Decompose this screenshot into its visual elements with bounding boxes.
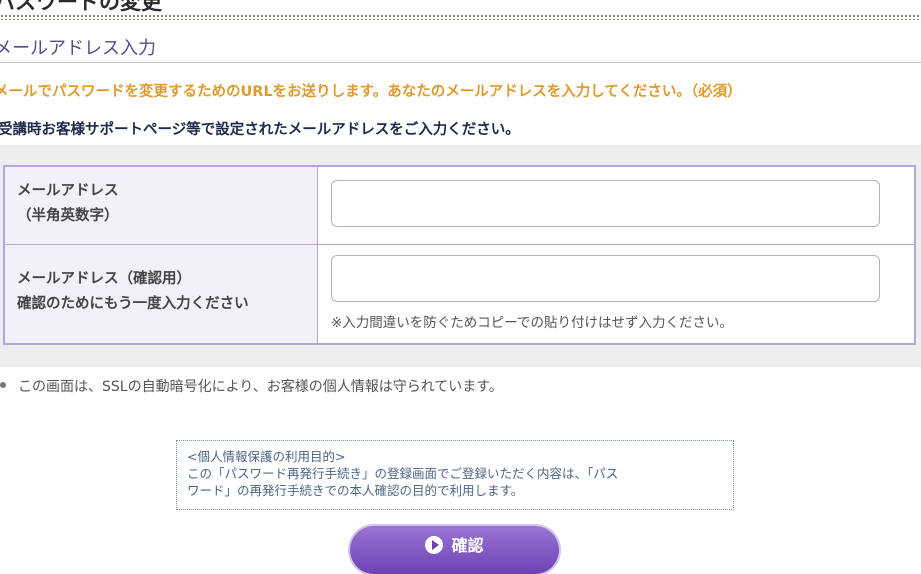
form-panel: メールアドレス （半角英数字） メールアドレス（確認用） 確認のためにもう一度入…	[0, 145, 921, 367]
email-form-table: メールアドレス （半角英数字） メールアドレス（確認用） 確認のためにもう一度入…	[3, 165, 916, 345]
dotted-divider	[0, 14, 921, 20]
email-input-cell	[318, 167, 914, 244]
email-label-hint: （半角英数字）	[17, 208, 119, 224]
bullet-icon	[0, 382, 6, 388]
copy-paste-note: ※入力間違いを防ぐためコピーでの貼り付けはせず入力ください。	[331, 315, 734, 331]
section-divider	[0, 62, 921, 63]
privacy-title: <個人情報保護の利用目的>	[187, 449, 346, 464]
email-confirm-label: メールアドレス（確認用）	[17, 271, 191, 287]
email-field[interactable]	[331, 180, 880, 227]
instruction-support: 受講時お客様サポートページ等で設定されたメールアドレスをご入力ください。	[0, 122, 520, 138]
privacy-line-2: ワード」の再発行手続きでの本人確認の目的で利用します。	[187, 483, 524, 498]
instruction-required: メールでパスワードを変更するためのURLをお送りします。あなたのメールアドレスを…	[0, 84, 742, 100]
privacy-line-1: この「パスワード再発行手続き」の登録画面でご登録いただく内容は、「パス	[187, 466, 619, 481]
ssl-notice: この画面は、SSLの自動暗号化により、お客様の個人情報は守られています。	[0, 376, 503, 396]
email-confirm-input-cell: ※入力間違いを防ぐためコピーでの貼り付けはせず入力ください。	[318, 245, 914, 343]
confirm-button-label: 確認	[451, 536, 484, 555]
confirm-button[interactable]: 確認	[350, 526, 559, 574]
email-label-cell: メールアドレス （半角英数字）	[5, 167, 318, 244]
email-confirm-label-hint: 確認のためにもう一度入力ください	[17, 296, 249, 312]
email-confirm-row: メールアドレス（確認用） 確認のためにもう一度入力ください ※入力間違いを防ぐた…	[5, 245, 914, 343]
email-confirm-field[interactable]	[331, 255, 880, 302]
privacy-purpose-box: <個人情報保護の利用目的> この「パスワード再発行手続き」の登録画面でご登録いた…	[176, 440, 734, 510]
ssl-notice-text: この画面は、SSLの自動暗号化により、お客様の個人情報は守られています。	[18, 379, 503, 395]
email-confirm-label-cell: メールアドレス（確認用） 確認のためにもう一度入力ください	[5, 245, 318, 343]
section-title: メールアドレス入力	[0, 38, 156, 59]
email-row: メールアドレス （半角英数字）	[5, 167, 914, 245]
email-label: メールアドレス	[17, 183, 119, 199]
